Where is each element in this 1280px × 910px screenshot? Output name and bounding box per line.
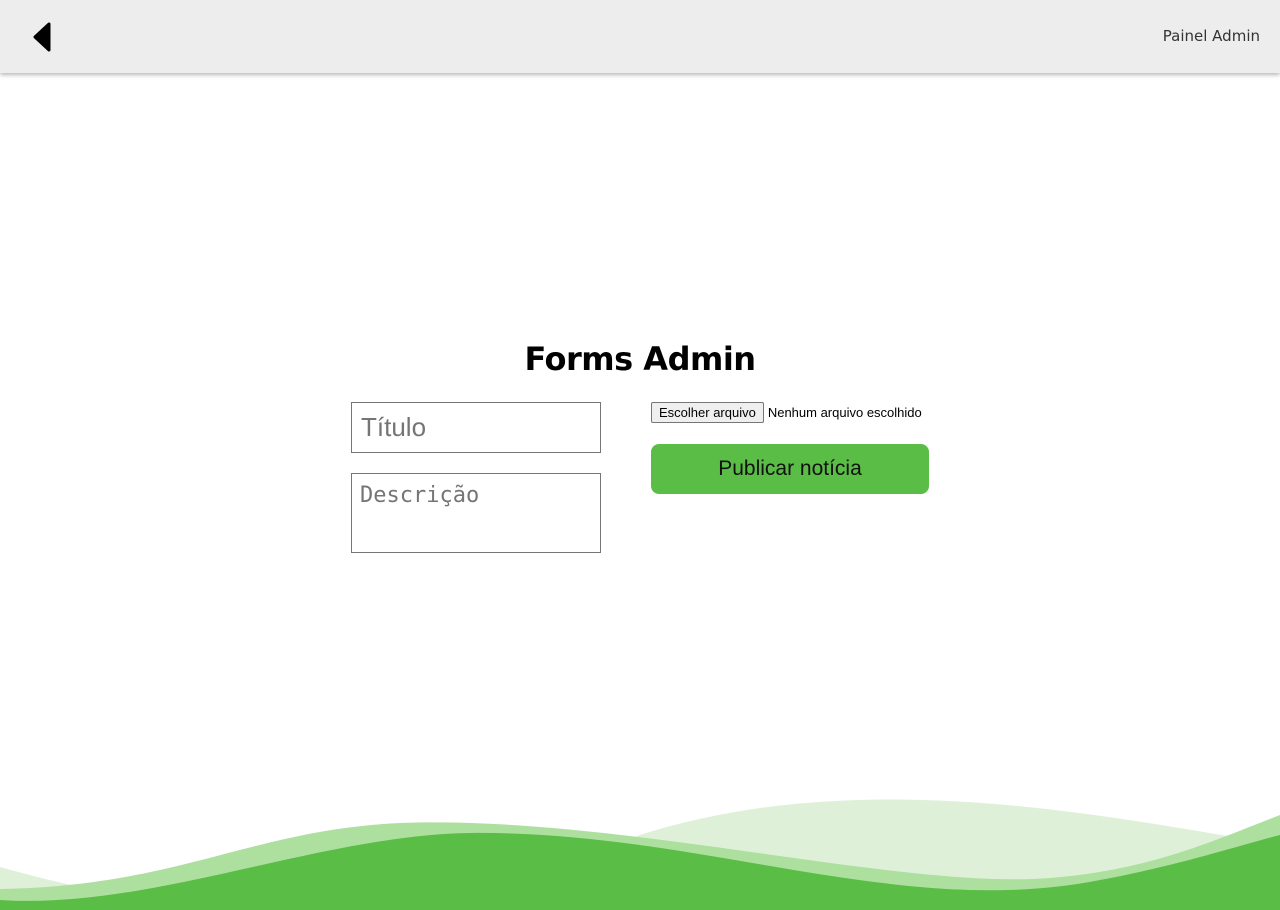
- title-input[interactable]: [351, 402, 601, 453]
- admin-panel-title: Painel Admin: [1162, 27, 1260, 45]
- back-triangle-icon: [33, 22, 51, 52]
- description-textarea[interactable]: [351, 473, 601, 553]
- decorative-waves: [0, 799, 1280, 910]
- publish-news-button[interactable]: Publicar notícia: [651, 444, 929, 494]
- file-status-text: Nenhum arquivo escolhido: [767, 405, 922, 420]
- top-bar: Painel Admin: [0, 0, 1280, 73]
- choose-file-button[interactable]: Escolher arquivo: [651, 402, 764, 423]
- back-button[interactable]: [28, 20, 56, 54]
- form-heading: Forms Admin: [524, 340, 756, 378]
- file-picker: Escolher arquivo Nenhum arquivo escolhid…: [651, 402, 922, 423]
